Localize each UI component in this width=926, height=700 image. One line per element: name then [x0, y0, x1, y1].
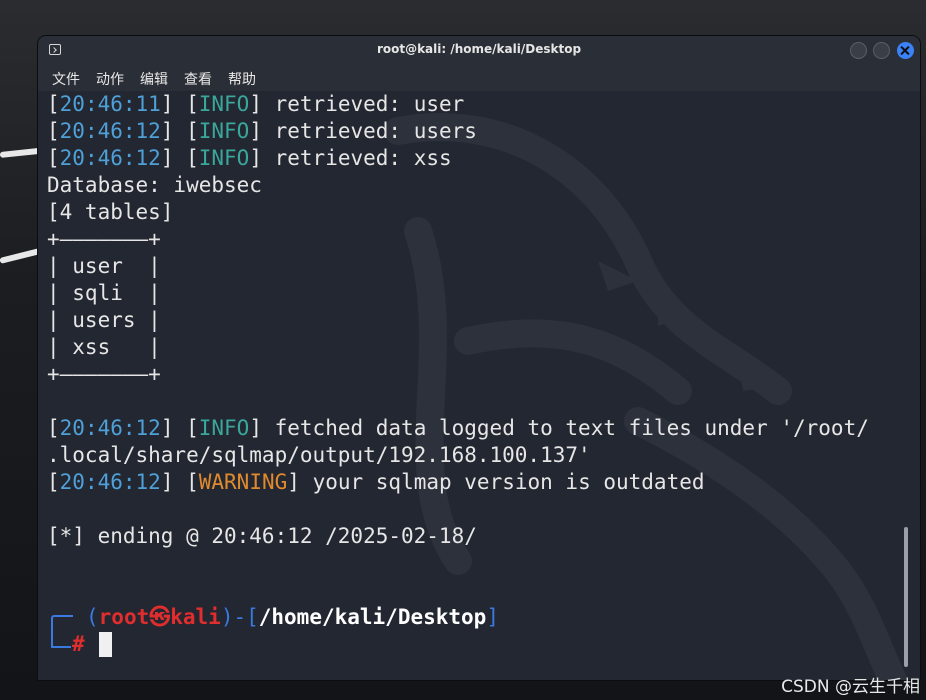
prompt-hash: # — [72, 632, 85, 656]
ending-line: [*] ending @ 20:46:12 /2025-02-18/ — [47, 524, 477, 548]
log-line: [20:46:12] [INFO] retrieved: users — [47, 119, 477, 143]
prompt-corner-line — [51, 633, 71, 648]
table-row: | sqli | — [47, 281, 161, 305]
log-line: [20:46:11] [INFO] retrieved: user — [47, 92, 465, 116]
table-row: | xss | — [47, 335, 161, 359]
log-line: [20:46:12] [INFO] fetched data logged to… — [47, 416, 869, 440]
menu-action[interactable]: 动作 — [96, 69, 124, 89]
title-bar[interactable]: root@kali: /home/kali/Desktop — [38, 36, 920, 64]
terminal-window[interactable]: root@kali: /home/kali/Desktop 文件 动作 编辑 查… — [38, 36, 920, 680]
menu-bar: 文件 动作 编辑 查看 帮助 — [38, 64, 920, 91]
menu-edit[interactable]: 编辑 — [140, 69, 168, 89]
tables-count-line: [4 tables] — [47, 200, 174, 224]
database-line: Database: iwebsec — [47, 173, 262, 197]
warning-line: [20:46:12] [WARNING] your sqlmap version… — [47, 470, 705, 494]
log-line: [20:46:12] [INFO] retrieved: xss — [47, 146, 452, 170]
log-line-continuation: .local/share/sqlmap/output/192.168.100.1… — [47, 443, 591, 467]
text-cursor[interactable] — [99, 632, 112, 657]
maximize-button[interactable] — [873, 42, 890, 59]
scrollbar[interactable] — [904, 527, 908, 667]
close-button[interactable] — [897, 42, 914, 59]
table-row: | user | — [47, 254, 161, 278]
wallpaper-streak — [0, 247, 44, 264]
menu-view[interactable]: 查看 — [184, 69, 212, 89]
skull-icon: ㉿ — [149, 605, 171, 629]
menu-help[interactable]: 帮助 — [228, 69, 256, 89]
prompt-line: (root㉿kali)-[/home/kali/Desktop] — [86, 605, 499, 629]
minimize-button[interactable] — [850, 42, 867, 59]
menu-file[interactable]: 文件 — [52, 69, 80, 89]
table-row: | users | — [47, 308, 161, 332]
window-title: root@kali: /home/kali/Desktop — [376, 42, 582, 56]
terminal-output[interactable]: [20:46:11] [INFO] retrieved: user [20:46… — [38, 91, 920, 680]
table-border-top: +———————+ — [47, 227, 161, 251]
table-border-bottom: +———————+ — [47, 362, 161, 386]
watermark: CSDN @云生千相 — [781, 677, 920, 697]
